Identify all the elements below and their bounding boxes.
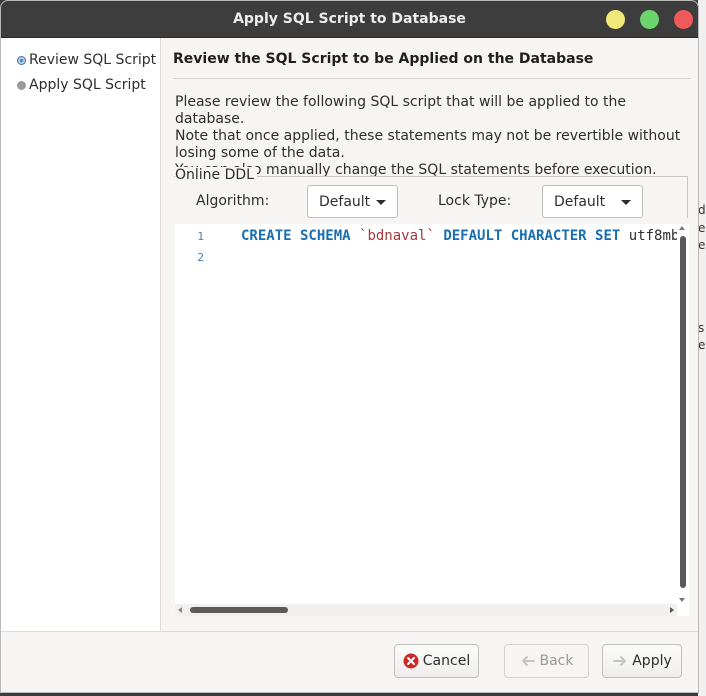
- back-button[interactable]: Back: [504, 644, 589, 678]
- horizontal-scroll-thumb[interactable]: [190, 607, 288, 613]
- back-label: Back: [539, 653, 574, 669]
- description-line: losing some of the data.: [175, 145, 345, 161]
- line-number-gutter: 1 2: [175, 224, 215, 594]
- chevron-down-icon: [376, 200, 386, 205]
- divider: [173, 78, 691, 79]
- chevron-down-icon: [621, 200, 631, 205]
- lock-type-label: Lock Type:: [438, 193, 512, 209]
- close-window-button[interactable]: [674, 10, 693, 29]
- title-bar[interactable]: Apply SQL Script to Database: [1, 1, 698, 38]
- background-text: e: [698, 238, 706, 252]
- sql-keyword: CREATE SCHEMA: [241, 228, 351, 244]
- description-line: Note that once applied, these statements…: [175, 128, 681, 144]
- algorithm-select[interactable]: Default: [307, 185, 398, 218]
- cancel-icon: [403, 653, 419, 669]
- maximize-button[interactable]: [640, 10, 659, 29]
- description-line: Please review the following SQL script t…: [175, 94, 627, 127]
- inactive-step-icon: [17, 80, 26, 90]
- step-review-sql-script: Review SQL Script: [17, 50, 156, 70]
- arrow-left-icon: [520, 655, 536, 667]
- cancel-button[interactable]: Cancel: [394, 644, 479, 678]
- sql-editor[interactable]: 1 2 CREATE SCHEMA `bdnaval` DEFAULT CHAR…: [175, 224, 689, 616]
- main-panel: Review the SQL Script to be Applied on t…: [162, 38, 698, 631]
- algorithm-label: Algorithm:: [196, 193, 270, 209]
- vertical-scroll-thumb[interactable]: [680, 236, 686, 588]
- code-line[interactable]: CREATE SCHEMA `bdnaval` DEFAULT CHARACTE…: [241, 228, 688, 244]
- sql-keyword: DEFAULT CHARACTER SET: [443, 228, 621, 244]
- sql-identifier: `bdnaval`: [359, 228, 435, 244]
- scroll-right-icon[interactable]: [670, 607, 674, 613]
- vertical-scrollbar[interactable]: [677, 224, 689, 604]
- apply-label: Apply: [632, 653, 672, 669]
- line-number: 2: [197, 251, 204, 264]
- lock-type-select[interactable]: Default: [542, 185, 643, 218]
- scroll-left-icon[interactable]: [178, 607, 182, 613]
- arrow-right-icon: [612, 655, 628, 667]
- background-window-edge: d e e s e: [698, 0, 706, 696]
- wizard-steps-sidebar: Review SQL Script Apply SQL Script: [1, 38, 161, 631]
- line-number: 1: [197, 230, 204, 243]
- algorithm-value: Default: [319, 193, 371, 210]
- horizontal-scrollbar[interactable]: [175, 604, 677, 616]
- lock-type-value: Default: [554, 193, 606, 210]
- step-apply-sql-script: Apply SQL Script: [17, 75, 146, 95]
- background-text: e: [698, 221, 706, 235]
- step-label: Apply SQL Script: [29, 77, 146, 93]
- active-step-icon: [17, 55, 26, 65]
- window-title: Apply SQL Script to Database: [233, 11, 466, 27]
- step-label: Review SQL Script: [29, 52, 157, 68]
- button-bar: Cancel Back Apply: [1, 631, 698, 692]
- background-text: d: [698, 203, 706, 217]
- apply-button[interactable]: Apply: [602, 644, 682, 678]
- scroll-down-icon[interactable]: [679, 598, 685, 602]
- apply-sql-dialog: Apply SQL Script to Database Review SQL …: [0, 0, 699, 693]
- page-title: Review the SQL Script to be Applied on t…: [173, 51, 594, 67]
- background-text: e: [698, 338, 706, 352]
- cancel-label: Cancel: [422, 653, 471, 669]
- minimize-button[interactable]: [606, 10, 625, 29]
- online-ddl-legend: Online DDL: [175, 167, 257, 183]
- scroll-up-icon[interactable]: [679, 226, 685, 230]
